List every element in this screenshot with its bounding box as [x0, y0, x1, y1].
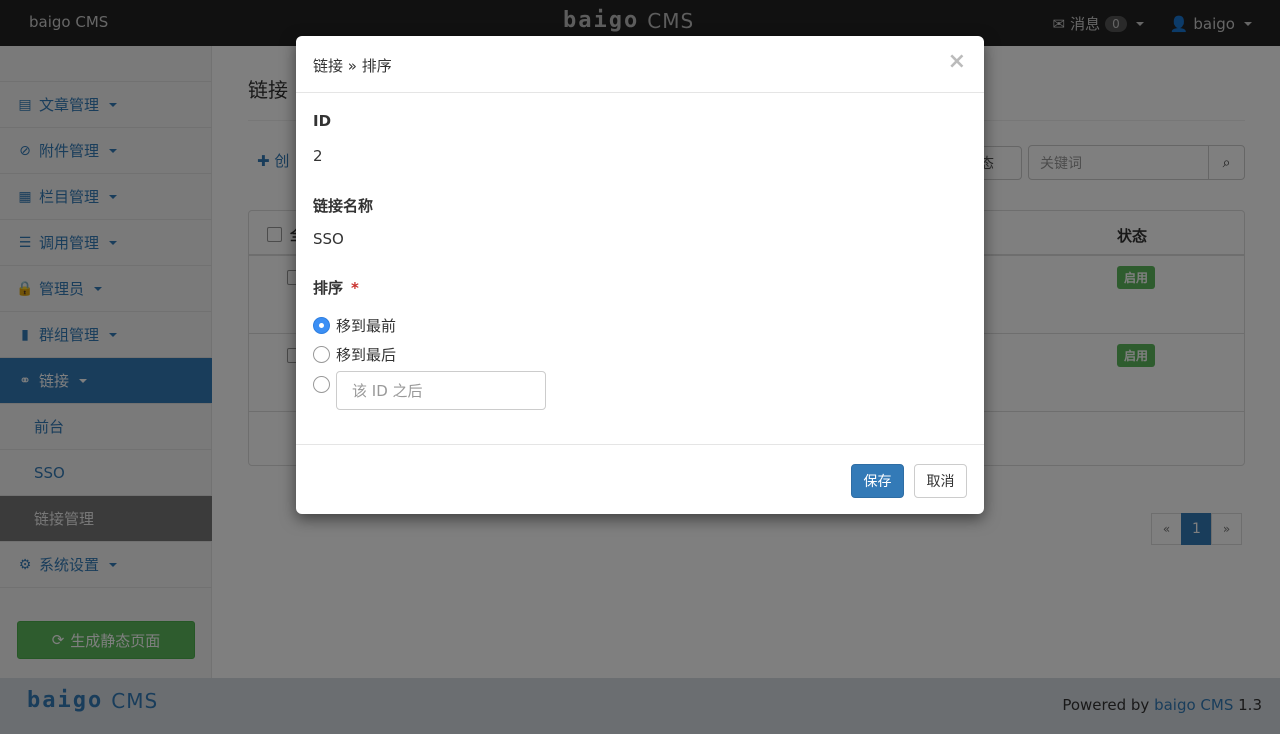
order-label-text: 排序 [313, 279, 344, 297]
option-move-first[interactable]: 移到最前 [313, 315, 396, 336]
close-icon[interactable]: × [948, 51, 966, 73]
id-value: 2 [313, 147, 323, 165]
order-label: 排序 * [313, 277, 359, 298]
radio-after-id[interactable] [313, 376, 330, 393]
modal-footer: 保存 取消 [296, 444, 984, 514]
required-mark: * [351, 279, 359, 297]
after-id-input[interactable]: 该 ID 之后 [336, 371, 546, 410]
option-after-id[interactable] [313, 376, 330, 393]
modal-header: 链接 » 排序 × [296, 36, 984, 93]
link-name-label: 链接名称 [313, 197, 374, 215]
modal-title: 链接 » 排序 [313, 57, 392, 75]
cancel-button[interactable]: 取消 [914, 464, 967, 498]
option-label: 移到最后 [336, 346, 397, 364]
radio-move-first[interactable] [313, 317, 330, 334]
after-id-placeholder: 该 ID 之后 [352, 382, 423, 400]
radio-move-last[interactable] [313, 346, 330, 363]
id-label: ID [313, 112, 332, 130]
save-button[interactable]: 保存 [851, 464, 904, 498]
sort-dialog: 链接 » 排序 × ID 2 链接名称 SSO 排序 * 移到最前 移到最后 该 … [296, 36, 984, 514]
link-name-value: SSO [313, 230, 344, 248]
option-move-last[interactable]: 移到最后 [313, 344, 396, 365]
modal-body: ID 2 链接名称 SSO 排序 * 移到最前 移到最后 该 ID 之后 [296, 93, 984, 444]
option-label: 移到最前 [336, 317, 397, 335]
